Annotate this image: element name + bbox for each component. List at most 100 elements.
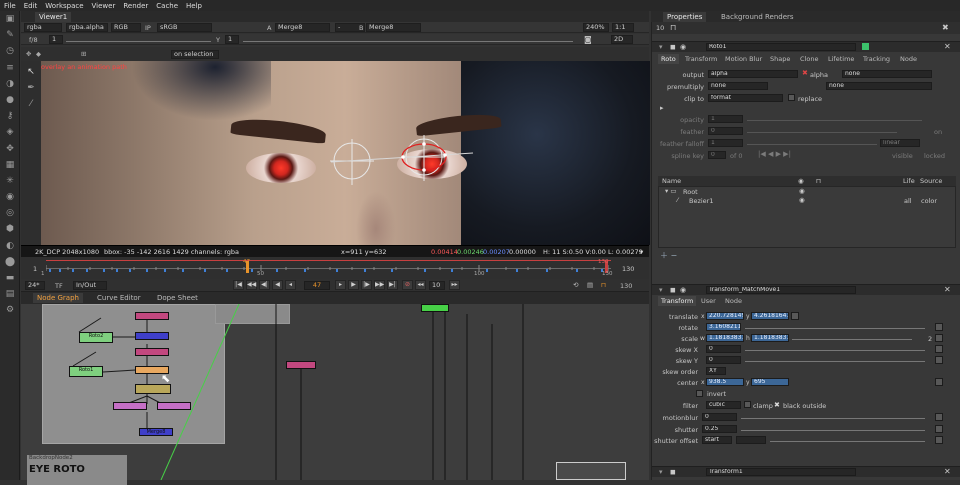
roto-tab-node[interactable]: Node [897, 54, 920, 64]
viewer-icon[interactable]: ◉ [680, 286, 686, 294]
center-y-field[interactable]: 695 [751, 378, 789, 386]
node-roto2[interactable]: Roto2 [79, 332, 113, 343]
scale-anim-button[interactable] [935, 334, 943, 342]
channels-select[interactable]: rgba [24, 23, 62, 32]
view-mode-select[interactable]: 2D [611, 35, 633, 44]
close-panel-icon[interactable]: ✕ [944, 42, 951, 51]
zoom-select[interactable]: 240% [583, 23, 609, 32]
lock-icon[interactable]: ⊓ [601, 281, 606, 289]
3d-icon[interactable]: ▦ [5, 160, 15, 170]
menu-file[interactable]: File [4, 2, 16, 10]
other-icon[interactable]: ⬤ [5, 257, 15, 267]
particles-icon[interactable]: ✳ [5, 176, 15, 186]
scale-slider[interactable] [792, 333, 912, 340]
rotate-anim-button[interactable] [935, 323, 943, 331]
node-color-icon[interactable]: ◼ [670, 43, 676, 51]
feather-slider[interactable] [747, 126, 897, 133]
node-color-icon[interactable]: ◼ [670, 286, 676, 294]
last-frame-button[interactable]: ▶| [387, 280, 398, 290]
rotate-field[interactable]: 3.16082118 [706, 323, 741, 331]
exposure-slider[interactable] [66, 35, 211, 42]
max-panels-field[interactable]: 10 [656, 24, 664, 32]
ip-label[interactable]: IP [145, 24, 151, 32]
center-anim-button[interactable] [935, 378, 943, 386]
add-shape-button[interactable]: ＋ − [660, 250, 677, 261]
node-status-icon[interactable] [862, 43, 869, 50]
gamma-field[interactable]: 1 [225, 35, 239, 44]
select-arrow-icon[interactable]: ↖ [26, 67, 36, 77]
scale-h-field[interactable]: 1.18183831 [751, 334, 789, 342]
node-roto1[interactable]: Roto1 [69, 366, 103, 377]
roto-tab-clone[interactable]: Clone [797, 54, 821, 64]
menu-render[interactable]: Render [123, 2, 148, 10]
fstop-label[interactable]: f/8 [29, 36, 38, 44]
replace-checkbox[interactable] [788, 94, 795, 101]
time-icon[interactable]: ◷ [5, 46, 15, 56]
clip-to-select[interactable]: format [708, 94, 783, 102]
filter-select[interactable]: cubic [706, 401, 741, 409]
node-merge-a[interactable] [135, 332, 169, 340]
transform-icon[interactable]: ✥ [5, 144, 15, 154]
menu-cache[interactable]: Cache [156, 2, 178, 10]
feather-falloff-slider[interactable] [747, 138, 877, 145]
current-frame-field[interactable]: 47 [304, 281, 330, 290]
loop-icon[interactable]: ⟲ [573, 281, 578, 289]
keyer-icon[interactable]: ⚷ [5, 111, 15, 121]
gamma-slider[interactable] [243, 35, 573, 42]
node-color-icon[interactable]: ◼ [670, 468, 676, 476]
motionblur-slider[interactable] [741, 412, 925, 419]
collapse-icon[interactable]: ▾ [659, 43, 663, 51]
ratio-select[interactable]: 1:1 [612, 23, 634, 32]
tree-row-root[interactable]: ▾ ▭ Root ◉ [659, 187, 955, 196]
output-none-select[interactable]: none [842, 70, 932, 78]
node-roto-left[interactable] [113, 402, 147, 410]
node-merge-b[interactable] [135, 348, 169, 356]
roto-tab-transform[interactable]: Transform [682, 54, 720, 64]
lock-panel-icon[interactable]: ⊓ [670, 23, 676, 32]
prev-key-button[interactable]: ◀◀ [246, 280, 257, 290]
camera-icon[interactable]: ◙ [584, 35, 592, 44]
menu-edit[interactable]: Edit [24, 2, 38, 10]
node-viewer-input[interactable] [421, 304, 449, 312]
input-a-select[interactable]: Merge8 [275, 23, 330, 32]
motionblur-anim-button[interactable] [935, 413, 943, 421]
tab-viewer1[interactable]: Viewer1 [35, 12, 72, 22]
node-roto-right[interactable] [157, 402, 191, 410]
shape-tree[interactable]: ▾ ▭ Root ◉ ⁄ Bezier1 ◉ all color [658, 186, 956, 248]
flipbook-icon[interactable]: ▤ [587, 281, 593, 289]
motionblur-field[interactable]: 0 [702, 413, 737, 421]
tree-row-bezier1[interactable]: ⁄ Bezier1 ◉ all color [659, 196, 955, 205]
layer-select[interactable]: rgba.alpha [66, 23, 108, 32]
skew-y-anim-button[interactable] [935, 356, 943, 364]
input-b-select[interactable]: Merge8 [366, 23, 421, 32]
next-key-button[interactable]: ▶▶ [374, 280, 385, 290]
draw-icon[interactable]: ✎ [5, 30, 15, 40]
expand-arrow-icon[interactable]: ▸ [660, 104, 664, 112]
metadata-icon[interactable]: ⬢ [5, 224, 15, 234]
black-outside-check-icon[interactable]: ✖ [774, 401, 780, 409]
tab-node-graph[interactable]: Node Graph [33, 293, 83, 303]
node-merge8[interactable]: Merge8 [139, 428, 173, 436]
roto-tab-motion-blur[interactable]: Motion Blur [722, 54, 765, 64]
roto-name-field[interactable]: Roto1 [706, 43, 856, 51]
close-panel-icon[interactable]: ✕ [944, 467, 951, 476]
increment-field[interactable]: 10 [429, 281, 445, 290]
display-select[interactable]: RGB [111, 23, 141, 32]
collapse-icon[interactable]: ▾ [659, 286, 663, 294]
tf-label[interactable]: TF [55, 282, 63, 290]
output-checkbox-icon[interactable]: ✖ [802, 69, 808, 77]
bezier-tool-icon[interactable]: ✒ [26, 83, 36, 93]
step-forward-button[interactable]: |▶ [361, 280, 372, 290]
tab-curve-editor[interactable]: Curve Editor [93, 293, 145, 303]
output-select[interactable]: alpha [708, 70, 798, 78]
shutter-custom-field[interactable] [736, 436, 766, 444]
prev-frame-button[interactable]: ◂ [285, 280, 296, 290]
step-back-increment-button[interactable]: ◂◂ [415, 280, 426, 290]
translate-y-field[interactable]: 4.26181641 [751, 312, 789, 320]
feather-field[interactable]: 0 [708, 127, 743, 135]
collapse-icon[interactable]: ▾ [659, 468, 663, 476]
transform1-name-field[interactable]: Transform1 [706, 468, 856, 476]
spline-key-nav-icons[interactable]: |◀ ◀ ▶ ▶| [758, 150, 791, 158]
shutter-anim-button[interactable] [935, 425, 943, 433]
channel-icon[interactable]: ≡ [5, 63, 15, 73]
